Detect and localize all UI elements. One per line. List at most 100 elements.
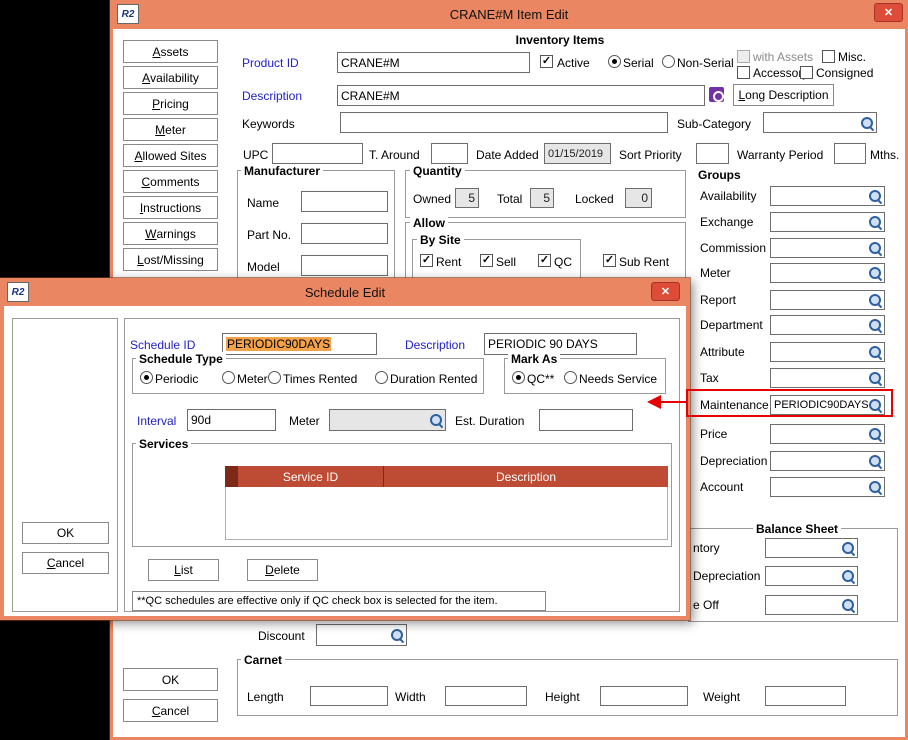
sidebar-button-availability[interactable]: Availability [123,66,218,89]
item-edit-titlebar[interactable]: R2 CRANE#M Item Edit ✕ [110,0,908,29]
price-group-input[interactable] [770,424,885,444]
sidebar-button-pricing[interactable]: Pricing [123,92,218,115]
times-rented-radio[interactable] [268,371,281,384]
tax-group-input[interactable] [770,368,885,388]
misc-checkbox[interactable] [822,50,835,63]
balance-inventory-lookup-icon[interactable] [841,541,855,555]
warranty-period-input[interactable] [834,143,866,164]
price-lookup-icon[interactable] [868,427,882,441]
consigned-label: Consigned [816,66,873,80]
sidebar-button-assets[interactable]: Assets [123,40,218,63]
department-group-input[interactable] [770,315,885,335]
description-column-header[interactable]: Description [383,466,668,487]
duration-rented-radio[interactable] [375,371,388,384]
list-button[interactable]: List [148,559,219,581]
t-around-input[interactable] [431,143,468,164]
sub-rent-checkbox[interactable] [603,254,616,267]
service-id-column-header[interactable]: Service ID [237,466,383,487]
accessory-checkbox[interactable] [737,66,750,79]
non-serial-radio[interactable] [662,55,675,68]
qc-checkbox[interactable] [538,254,551,267]
commission-group-label: Commission [700,241,766,255]
sort-priority-input[interactable] [696,143,729,164]
sub-category-input[interactable] [763,112,877,133]
account-group-input[interactable] [770,477,885,497]
sidebar-button-lost-missing[interactable]: Lost/Missing [123,248,218,271]
balance-writeoff-input[interactable] [765,595,858,615]
sidebar-button-meter[interactable]: Meter [123,118,218,141]
description-memo-icon[interactable] [709,87,724,102]
balance-depreciation-lookup-icon[interactable] [841,569,855,583]
est-duration-input[interactable] [539,409,633,431]
sidebar-button-instructions[interactable]: Instructions [123,196,218,219]
commission-lookup-icon[interactable] [868,241,882,255]
meter-type-radio[interactable] [222,371,235,384]
schedule-id-input[interactable]: PERIODIC90DAYS [222,333,377,355]
consigned-checkbox[interactable] [800,66,813,79]
locked-input: 0 [625,188,652,208]
description-input[interactable]: CRANE#M [337,85,705,106]
commission-group-input[interactable] [770,238,885,258]
balance-inventory-input[interactable] [765,538,858,558]
schedule-description-input[interactable]: PERIODIC 90 DAYS [484,333,637,355]
close-icon[interactable]: ✕ [874,3,903,22]
manufacturer-partno-input[interactable] [301,223,388,244]
price-group-label: Price [700,427,727,441]
report-lookup-icon[interactable] [868,293,882,307]
sidebar-button-allowed-sites[interactable]: Allowed Sites [123,144,218,167]
owned-label: Owned [413,192,451,206]
serial-radio[interactable] [608,55,621,68]
discount-lookup-icon[interactable] [390,628,404,642]
product-id-input[interactable]: CRANE#M [337,52,530,73]
rent-checkbox[interactable] [420,254,433,267]
meter-lookup-icon[interactable] [868,266,882,280]
delete-button[interactable]: Delete [247,559,318,581]
exchange-group-input[interactable] [770,212,885,232]
sub-category-lookup-icon[interactable] [860,116,874,130]
interval-input[interactable]: 90d [187,409,276,431]
report-group-input[interactable] [770,290,885,310]
schedule-id-value: PERIODIC90DAYS [226,337,331,351]
balance-depreciation-input[interactable] [765,566,858,586]
account-lookup-icon[interactable] [868,480,882,494]
balance-writeoff-label: e Off [693,598,719,612]
width-input[interactable] [445,686,527,706]
cancel-button[interactable]: Cancel [123,699,218,722]
schedule-titlebar[interactable]: R2 Schedule Edit ✕ [0,278,690,306]
schedule-ok-button[interactable]: OK [22,522,109,544]
schedule-cancel-button[interactable]: Cancel [22,552,109,574]
exchange-lookup-icon[interactable] [868,215,882,229]
tax-lookup-icon[interactable] [868,371,882,385]
balance-writeoff-lookup-icon[interactable] [841,598,855,612]
close-icon[interactable]: ✕ [651,282,680,301]
meter-group-input[interactable] [770,263,885,283]
department-lookup-icon[interactable] [868,318,882,332]
qc-radio[interactable] [512,371,525,384]
periodic-radio[interactable] [140,371,153,384]
ok-button[interactable]: OK [123,668,218,691]
weight-input[interactable] [765,686,846,706]
availability-group-input[interactable] [770,186,885,206]
keywords-input[interactable] [340,112,668,133]
attribute-group-input[interactable] [770,342,885,362]
availability-lookup-icon[interactable] [868,189,882,203]
height-input[interactable] [600,686,688,706]
depreciation-group-input[interactable] [770,451,885,471]
sell-checkbox[interactable] [480,254,493,267]
manufacturer-name-input[interactable] [301,191,388,212]
sub-rent-label: Sub Rent [619,255,669,269]
attribute-lookup-icon[interactable] [868,345,882,359]
needs-service-radio[interactable] [564,371,577,384]
sidebar-button-comments[interactable]: Comments [123,170,218,193]
services-table-body[interactable] [225,487,668,540]
schedule-meter-lookup-icon[interactable] [429,413,443,427]
length-input[interactable] [310,686,388,706]
upc-input[interactable] [272,143,363,164]
depreciation-lookup-icon[interactable] [868,454,882,468]
manufacturer-model-input[interactable] [301,255,388,276]
active-checkbox[interactable] [540,55,553,68]
long-description-button[interactable]: Long Description [733,84,834,106]
discount-input[interactable] [316,624,407,646]
sidebar-button-warnings[interactable]: Warnings [123,222,218,245]
exchange-group-label: Exchange [700,215,753,229]
